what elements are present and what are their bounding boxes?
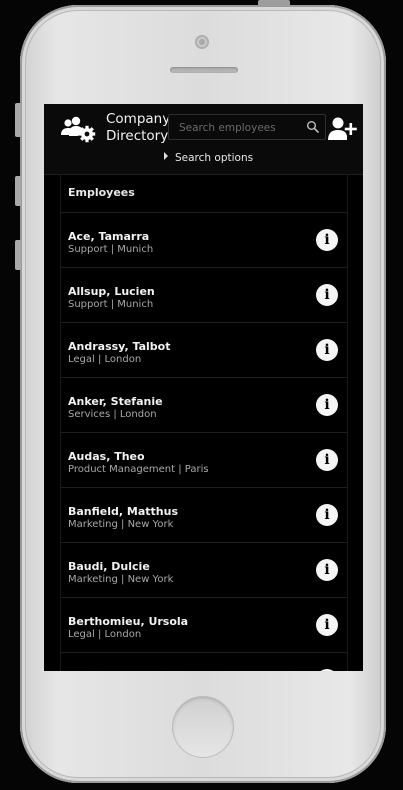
caret-right-icon [164,152,168,160]
employee-department-location: Services | London [68,409,157,420]
info-circle-icon[interactable]: i [316,449,338,471]
list-item[interactable]: Andrassy, Talbot Legal | London i [60,323,347,378]
home-button[interactable] [172,696,234,758]
list-item[interactable]: Berthomieu, Ursola Legal | London i [60,598,347,653]
search-options-label: Search options [175,152,254,164]
employee-department-location: Product Management | Paris [68,464,209,475]
employee-department-location: Support | Munich [68,244,154,255]
employee-name: Baudi, Dulcie [68,560,150,573]
app-screen: Company Directory Search options Employe… [44,104,363,671]
app-title: Company Directory [106,111,176,145]
info-circle-icon[interactable]: i [316,504,338,526]
info-circle-icon[interactable]: i [316,559,338,581]
app-title-line2: Directory [106,128,169,144]
list-item[interactable]: Anker, Stefanie Services | London i [60,378,347,433]
employee-department-location: Legal | London [68,354,142,365]
info-circle-icon[interactable]: i [316,614,338,636]
list-item[interactable]: Allsup, Lucien Support | Munich i [60,268,347,323]
info-circle-icon[interactable]: i [316,339,338,361]
list-item[interactable]: Audas, Theo Product Management | Paris i [60,433,347,488]
employee-department-location: Marketing | New York [68,574,174,585]
add-user-icon[interactable] [327,116,357,142]
employee-name: Berthomieu, Ursola [68,615,189,628]
list-item[interactable]: Ace, Tamarra Support | Munich i [60,213,347,268]
employee-list: Employees Ace, Tamarra Support | Munich i A… [60,175,347,671]
app-title-line1: Company [106,111,171,127]
search-icon[interactable] [306,120,320,134]
app-header: Company Directory Search options [44,104,363,175]
search-box[interactable] [168,114,326,140]
employee-rows: Ace, Tamarra Support | Munich i Allsup, Luc… [60,213,347,671]
info-circle-icon[interactable]: i [316,229,338,251]
info-circle-icon[interactable]: i [316,284,338,306]
volume-up-button [15,176,21,206]
info-circle-icon[interactable]: i [316,669,338,671]
employee-name: Anker, Stefanie [68,395,163,408]
earpiece-speaker [170,67,238,73]
employee-name: Ace, Tamarra [68,230,150,243]
volume-down-button [15,240,21,270]
employee-department-location: Legal | London [68,629,142,640]
users-gear-icon [61,116,96,143]
employee-department-location: Support | Munich [68,299,154,310]
employee-name: Audas, Theo [68,450,145,463]
list-item[interactable]: Baudi, Dulcie Marketing | New York i [60,543,347,598]
info-circle-icon[interactable]: i [316,394,338,416]
employee-department-location: Marketing | New York [68,519,174,530]
front-camera [195,35,209,49]
list-item[interactable]: Banfield, Matthus Marketing | New York i [60,488,347,543]
employee-name: Andrassy, Talbot [68,340,171,353]
list-border-right [347,175,348,671]
section-header: Employees [60,175,347,213]
employee-name: Allsup, Lucien [68,285,155,298]
list-item[interactable]: i [60,653,347,671]
search-options-toggle[interactable]: Search options [164,152,253,164]
mute-switch [15,103,21,137]
employee-name: Banfield, Matthus [68,505,178,518]
search-input[interactable] [177,118,303,138]
power-button [258,0,290,6]
